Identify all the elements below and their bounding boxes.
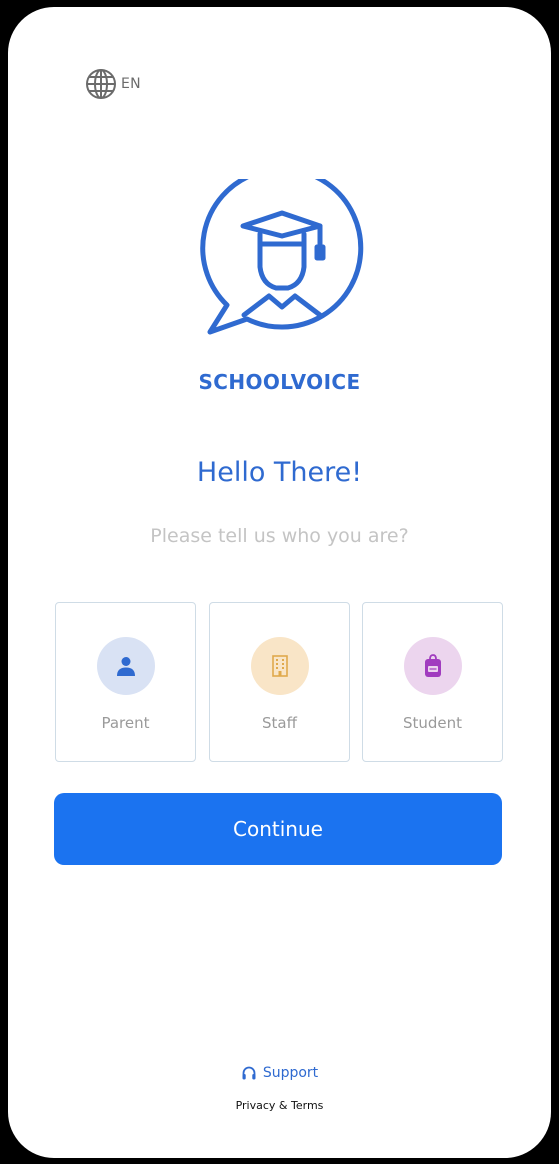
role-label-student: Student	[402, 714, 463, 732]
role-card-parent[interactable]: Parent	[55, 602, 196, 762]
app-screen: EN SCHOOLVOICE Hello There! Please tell …	[8, 7, 551, 1158]
greeting-title: Hello There!	[196, 457, 363, 488]
person-icon	[117, 657, 135, 676]
role-icon-circle	[97, 637, 155, 695]
role-card-staff[interactable]: Staff	[209, 602, 350, 762]
continue-button[interactable]: Continue	[54, 793, 502, 865]
language-selector[interactable]: EN	[85, 68, 141, 100]
graduate-speech-bubble-icon	[200, 179, 364, 335]
role-card-student[interactable]: Student	[362, 602, 503, 762]
role-label-parent: Parent	[101, 714, 150, 732]
building-icon	[272, 655, 288, 677]
app-brand-name: SCHOOLVOICE	[198, 370, 361, 394]
headphones-icon	[242, 1066, 256, 1080]
language-label: EN	[121, 76, 141, 92]
support-label: Support	[262, 1065, 319, 1081]
role-icon-circle	[404, 637, 462, 695]
role-label-staff: Staff	[262, 714, 297, 732]
globe-icon	[86, 69, 116, 99]
support-link[interactable]: Support	[8, 1065, 551, 1081]
role-selector: Parent Staff Student	[55, 602, 503, 762]
backpack-icon	[425, 654, 441, 677]
privacy-terms-link[interactable]: Privacy & Terms	[8, 1099, 551, 1112]
role-icon-circle	[251, 637, 309, 695]
greeting-subtitle: Please tell us who you are?	[150, 525, 409, 547]
